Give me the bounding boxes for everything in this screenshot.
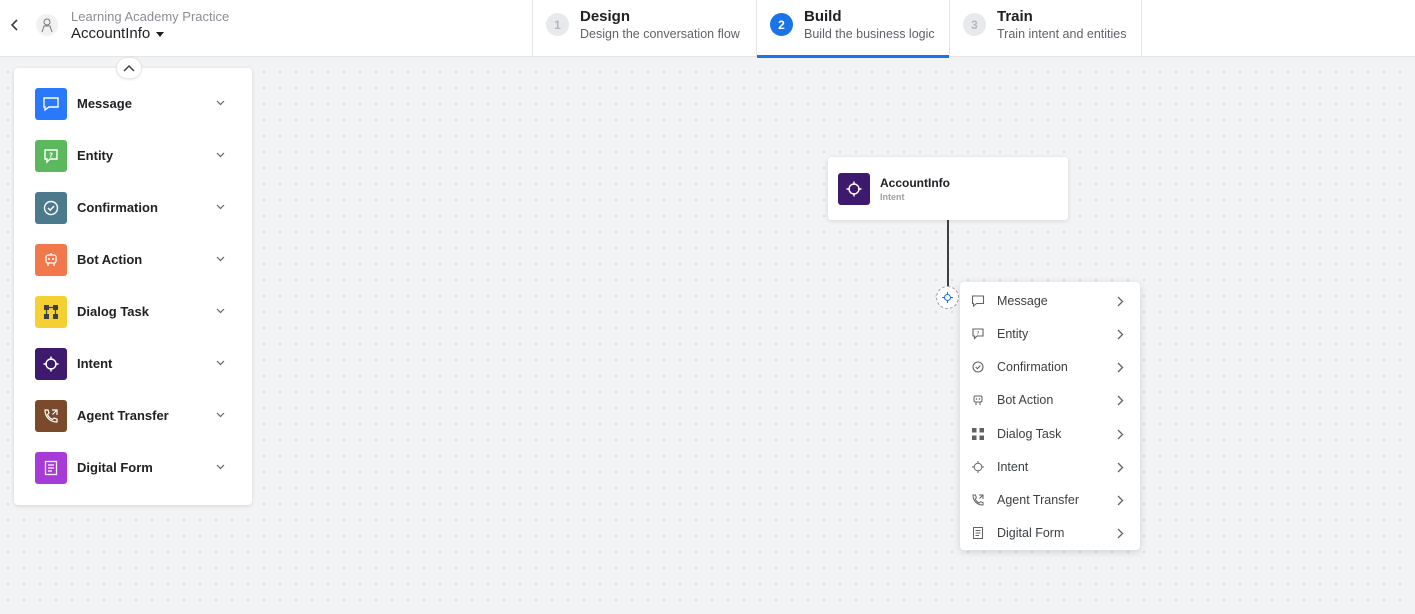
node-type: Intent (880, 192, 905, 202)
svg-text:?: ? (49, 152, 53, 160)
intent-icon (35, 348, 67, 380)
chevron-right-icon (1114, 461, 1126, 473)
palette-item-label: Message (77, 96, 132, 111)
step-number: 1 (546, 13, 569, 36)
step-title: Train (997, 8, 1033, 25)
dialog-task-icon (971, 427, 985, 441)
digital-form-icon (35, 452, 67, 484)
menu-item-dialog-task[interactable]: Dialog Task (960, 419, 1140, 449)
menu-item-confirmation[interactable]: Confirmation (960, 352, 1140, 382)
tab-train[interactable]: 3 Train Train intent and entities (949, 0, 1142, 57)
menu-item-entity[interactable]: ? Entity (960, 319, 1140, 349)
step-number: 2 (770, 13, 793, 36)
palette-item-dialog-task[interactable]: Dialog Task (14, 292, 252, 336)
chevron-right-icon (1114, 361, 1126, 373)
collapse-palette-button[interactable] (116, 57, 142, 79)
chevron-down-icon[interactable] (214, 461, 226, 473)
palette-item-label: Agent Transfer (77, 408, 169, 423)
tab-design[interactable]: 1 Design Design the conversation flow (532, 0, 756, 57)
menu-item-label: Entity (997, 327, 1029, 341)
app-name: Learning Academy Practice (71, 9, 230, 24)
chevron-down-icon[interactable] (214, 97, 226, 109)
dialog-selector[interactable]: AccountInfo (71, 25, 165, 42)
chevron-right-icon (1114, 494, 1126, 506)
step-description: Train intent and entities (997, 27, 1127, 41)
step-description: Design the conversation flow (580, 27, 740, 41)
dialog-task-icon (35, 296, 67, 328)
palette-item-message[interactable]: Message (14, 84, 252, 128)
chevron-right-icon (1114, 328, 1126, 340)
palette-item-entity[interactable]: ? Entity (14, 136, 252, 180)
palette-item-digital-form[interactable]: Digital Form (14, 448, 252, 492)
palette-item-label: Confirmation (77, 200, 158, 215)
palette-item-bot-action[interactable]: Bot Action (14, 240, 252, 284)
svg-text:?: ? (977, 331, 980, 337)
palette-item-agent-transfer[interactable]: Agent Transfer (14, 396, 252, 440)
step-description: Build the business logic (804, 27, 935, 41)
message-icon (971, 294, 985, 308)
confirmation-icon (35, 192, 67, 224)
chevron-right-icon (1114, 428, 1126, 440)
chevron-down-icon[interactable] (214, 305, 226, 317)
menu-item-agent-transfer[interactable]: Agent Transfer (960, 485, 1140, 515)
caret-down-icon (156, 32, 165, 37)
menu-item-intent[interactable]: Intent (960, 452, 1140, 482)
chevron-down-icon[interactable] (214, 253, 226, 265)
confirmation-icon (971, 360, 985, 374)
step-title: Design (580, 8, 631, 25)
intent-node[interactable]: AccountInfo Intent (828, 157, 1068, 220)
bot-action-icon (971, 393, 985, 407)
node-palette: Message ? Entity Confirmation Bot Action… (14, 57, 252, 505)
palette-item-intent[interactable]: Intent (14, 344, 252, 388)
intent-icon (838, 173, 870, 205)
top-header: Learning Academy Practice AccountInfo 1 … (0, 0, 1415, 58)
menu-item-label: Intent (997, 460, 1029, 474)
menu-item-message[interactable]: Message (960, 286, 1140, 316)
chevron-right-icon (1114, 527, 1126, 539)
step-title: Build (804, 8, 842, 25)
chevron-down-icon[interactable] (214, 149, 226, 161)
palette-item-label: Bot Action (77, 252, 143, 267)
add-node-menu: Message ? Entity Confirmation Bot Action… (960, 282, 1140, 550)
bot-action-icon (35, 244, 67, 276)
tab-build[interactable]: 2 Build Build the business logic (756, 0, 949, 58)
dialog-name: AccountInfo (71, 25, 151, 42)
menu-item-label: Message (997, 294, 1048, 308)
menu-item-label: Digital Form (997, 526, 1065, 540)
chevron-right-icon (1114, 394, 1126, 406)
chevron-down-icon[interactable] (214, 409, 226, 421)
back-arrow-icon[interactable] (6, 16, 24, 34)
message-icon (35, 88, 67, 120)
menu-item-digital-form[interactable]: Digital Form (960, 518, 1140, 548)
menu-item-label: Agent Transfer (997, 493, 1079, 507)
chevron-right-icon (1114, 295, 1126, 307)
menu-item-label: Dialog Task (997, 427, 1062, 441)
palette-item-label: Digital Form (77, 460, 153, 475)
step-number: 3 (963, 13, 986, 36)
menu-item-label: Confirmation (997, 360, 1068, 374)
bot-avatar-icon (36, 14, 58, 36)
digital-form-icon (971, 526, 985, 540)
node-connector (947, 220, 949, 286)
menu-item-label: Bot Action (997, 393, 1054, 407)
chevron-down-icon[interactable] (214, 357, 226, 369)
entity-icon: ? (35, 140, 67, 172)
node-title: AccountInfo (880, 176, 950, 190)
agent-transfer-icon (35, 400, 67, 432)
palette-item-confirmation[interactable]: Confirmation (14, 188, 252, 232)
menu-item-bot-action[interactable]: Bot Action (960, 385, 1140, 415)
chevron-down-icon[interactable] (214, 201, 226, 213)
palette-item-label: Dialog Task (77, 304, 150, 319)
agent-transfer-icon (971, 493, 985, 507)
entity-icon: ? (971, 327, 985, 341)
intent-icon (971, 460, 985, 474)
palette-item-label: Intent (77, 356, 113, 371)
add-node-button[interactable] (936, 286, 959, 309)
palette-item-label: Entity (77, 148, 114, 163)
